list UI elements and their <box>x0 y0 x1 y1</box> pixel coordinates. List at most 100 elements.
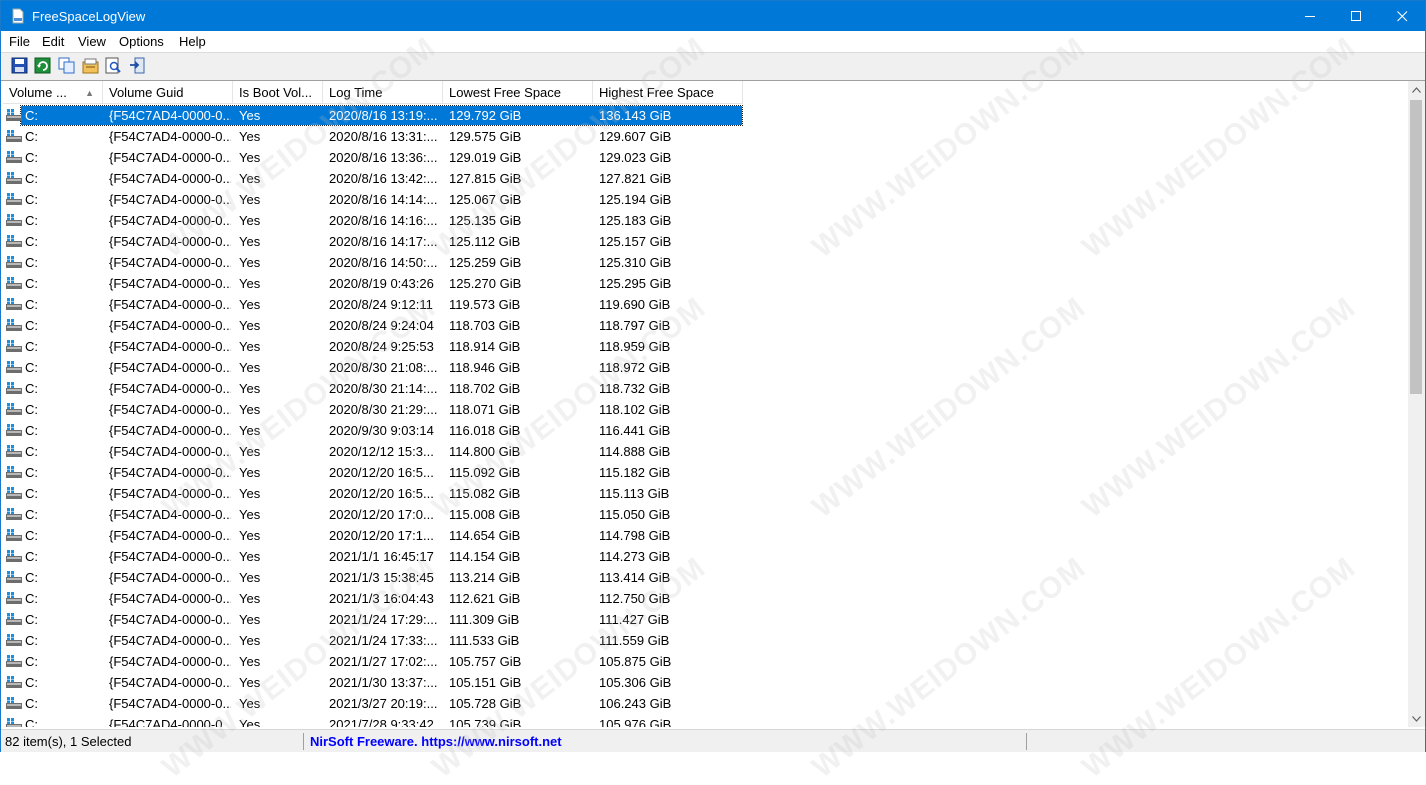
cell-volume: C: <box>25 654 38 669</box>
volume-log-list[interactable]: Volume ... ▲ Volume Guid Is Boot Vol... … <box>3 81 1408 727</box>
table-row[interactable]: C: {F54C7AD4-0000-0... Yes 2020/9/30 9:03:1… <box>3 420 743 441</box>
cell-log-time: 2020/8/16 13:36:... <box>329 150 438 165</box>
cell-lowest-free-space: 118.946 GiB <box>449 360 521 375</box>
table-row[interactable]: C: {F54C7AD4-0000-0... Yes 2020/12/20 17:0.… <box>3 504 743 525</box>
menu-edit[interactable]: Edit <box>41 31 65 52</box>
menu-options[interactable]: Options <box>118 31 165 52</box>
cell-highest-free-space: 115.050 GiB <box>599 507 671 522</box>
drive-icon <box>6 214 22 226</box>
column-header-highest-free-space[interactable]: Highest Free Space <box>593 81 743 103</box>
table-row[interactable]: C: {F54C7AD4-0000-0... Yes 2021/1/24 17:29:… <box>3 609 743 630</box>
column-header-volume[interactable]: Volume ... ▲ <box>3 81 103 103</box>
cell-lowest-free-space: 129.019 GiB <box>449 150 522 165</box>
window-title: FreeSpaceLogView <box>32 9 146 24</box>
column-header-is-boot-volume[interactable]: Is Boot Vol... <box>233 81 323 103</box>
table-row[interactable]: C: {F54C7AD4-0000-0... Yes 2020/8/24 9:25:5… <box>3 336 743 357</box>
scroll-down-button[interactable] <box>1408 710 1425 727</box>
main-window: FreeSpaceLogView File Edit View Options … <box>0 0 1426 784</box>
table-row[interactable]: C: {F54C7AD4-0000-0... Yes 2020/8/16 14:16:… <box>3 210 743 231</box>
properties-icon[interactable] <box>82 57 99 74</box>
drive-icon <box>6 487 22 499</box>
table-row[interactable]: C: {F54C7AD4-0000-0... Yes 2020/8/19 0:43:2… <box>3 273 743 294</box>
table-row[interactable]: C: {F54C7AD4-0000-0... Yes 2020/12/20 16:5.… <box>3 462 743 483</box>
table-row[interactable]: C: {F54C7AD4-0000-0... Yes 2021/7/28 9:33:4… <box>3 714 743 727</box>
cell-volume-guid: {F54C7AD4-0000-0... <box>109 465 231 480</box>
cell-lowest-free-space: 127.815 GiB <box>449 171 522 186</box>
cell-highest-free-space: 105.875 GiB <box>599 654 672 669</box>
table-row[interactable]: C: {F54C7AD4-0000-0... Yes 2020/8/30 21:08:… <box>3 357 743 378</box>
table-row[interactable]: C: {F54C7AD4-0000-0... Yes 2020/12/20 16:5.… <box>3 483 743 504</box>
table-row[interactable]: C: {F54C7AD4-0000-0... Yes 2020/8/24 9:12:1… <box>3 294 743 315</box>
table-row[interactable]: C: {F54C7AD4-0000-0... Yes 2020/8/16 13:36:… <box>3 147 743 168</box>
table-row[interactable]: C: {F54C7AD4-0000-0... Yes 2020/8/30 21:29:… <box>3 399 743 420</box>
column-header-label: Volume ... <box>9 85 67 100</box>
cell-volume-guid: {F54C7AD4-0000-0... <box>109 423 231 438</box>
cell-is-boot-volume: Yes <box>239 234 261 249</box>
minimize-button[interactable] <box>1287 1 1333 31</box>
maximize-button[interactable] <box>1333 1 1379 31</box>
table-row[interactable]: C: {F54C7AD4-0000-0... Yes 2020/8/16 13:42:… <box>3 168 743 189</box>
title-bar[interactable]: FreeSpaceLogView <box>1 1 1425 31</box>
column-header-log-time[interactable]: Log Time <box>323 81 443 103</box>
vertical-scrollbar[interactable] <box>1408 81 1425 727</box>
table-row[interactable]: C: {F54C7AD4-0000-0... Yes 2021/1/3 15:38:4… <box>3 567 743 588</box>
cell-is-boot-volume: Yes <box>239 255 261 270</box>
menu-file[interactable]: File <box>8 31 31 52</box>
table-row[interactable]: C: {F54C7AD4-0000-0... Yes 2020/8/24 9:24:0… <box>3 315 743 336</box>
drive-icon <box>6 403 22 415</box>
table-row[interactable]: C: {F54C7AD4-0000-0... Yes 2020/8/16 14:50:… <box>3 252 743 273</box>
cell-highest-free-space: 125.194 GiB <box>599 192 672 207</box>
drive-icon <box>6 718 22 727</box>
cell-volume: C: <box>25 171 38 186</box>
cell-highest-free-space: 111.427 GiB <box>599 612 670 627</box>
cell-lowest-free-space: 114.800 GiB <box>449 444 521 459</box>
cell-lowest-free-space: 112.621 GiB <box>449 591 521 606</box>
table-row[interactable]: C: {F54C7AD4-0000-0... Yes 2020/8/16 13:19:… <box>3 105 743 126</box>
table-row[interactable]: C: {F54C7AD4-0000-0... Yes 2021/1/30 13:37:… <box>3 672 743 693</box>
column-header-volume-guid[interactable]: Volume Guid <box>103 81 233 103</box>
cell-volume: C: <box>25 318 38 333</box>
cell-log-time: 2021/7/28 9:33:42 <box>329 717 434 727</box>
table-row[interactable]: C: {F54C7AD4-0000-0... Yes 2021/1/3 16:04:4… <box>3 588 743 609</box>
cell-highest-free-space: 118.959 GiB <box>599 339 671 354</box>
table-row[interactable]: C: {F54C7AD4-0000-0... Yes 2021/1/27 17:02:… <box>3 651 743 672</box>
cell-highest-free-space: 118.732 GiB <box>599 381 671 396</box>
close-button[interactable] <box>1379 1 1425 31</box>
column-header-lowest-free-space[interactable]: Lowest Free Space <box>443 81 593 103</box>
table-row[interactable]: C: {F54C7AD4-0000-0... Yes 2020/12/12 15:3.… <box>3 441 743 462</box>
find-icon[interactable] <box>105 57 122 74</box>
cell-log-time: 2021/1/3 15:38:45 <box>329 570 434 585</box>
exit-icon[interactable] <box>129 57 146 74</box>
table-row[interactable]: C: {F54C7AD4-0000-0... Yes 2020/8/16 14:17:… <box>3 231 743 252</box>
cell-volume: C: <box>25 297 38 312</box>
cell-lowest-free-space: 113.214 GiB <box>449 570 521 585</box>
cell-volume-guid: {F54C7AD4-0000-0... <box>109 612 231 627</box>
cell-highest-free-space: 115.182 GiB <box>599 465 671 480</box>
drive-icon <box>6 193 22 205</box>
maximize-icon <box>1350 10 1361 21</box>
menu-view[interactable]: View <box>77 31 107 52</box>
toolbar <box>1 52 1425 81</box>
save-icon[interactable] <box>11 57 28 74</box>
table-row[interactable]: C: {F54C7AD4-0000-0... Yes 2020/8/16 13:31:… <box>3 126 743 147</box>
table-row[interactable]: C: {F54C7AD4-0000-0... Yes 2021/3/27 20:19:… <box>3 693 743 714</box>
cell-volume-guid: {F54C7AD4-0000-0... <box>109 255 231 270</box>
table-row[interactable]: C: {F54C7AD4-0000-0... Yes 2020/12/20 17:1.… <box>3 525 743 546</box>
copy-icon[interactable] <box>58 57 75 74</box>
cell-log-time: 2020/8/16 14:16:... <box>329 213 438 228</box>
menu-help[interactable]: Help <box>178 31 207 52</box>
drive-icon <box>6 298 22 310</box>
refresh-icon[interactable] <box>34 57 51 74</box>
cell-lowest-free-space: 118.914 GiB <box>449 339 521 354</box>
scrollbar-thumb[interactable] <box>1410 100 1422 394</box>
cell-volume: C: <box>25 486 38 501</box>
nirsoft-link[interactable]: NirSoft Freeware. https://www.nirsoft.ne… <box>310 730 562 752</box>
table-row[interactable]: C: {F54C7AD4-0000-0... Yes 2021/1/1 16:45:1… <box>3 546 743 567</box>
table-row[interactable]: C: {F54C7AD4-0000-0... Yes 2020/8/16 14:14:… <box>3 189 743 210</box>
cell-is-boot-volume: Yes <box>239 150 261 165</box>
table-row[interactable]: C: {F54C7AD4-0000-0... Yes 2020/8/30 21:14:… <box>3 378 743 399</box>
scroll-up-button[interactable] <box>1408 81 1425 98</box>
table-row[interactable]: C: {F54C7AD4-0000-0... Yes 2021/1/24 17:33:… <box>3 630 743 651</box>
cell-is-boot-volume: Yes <box>239 129 261 144</box>
drive-icon <box>6 550 22 562</box>
